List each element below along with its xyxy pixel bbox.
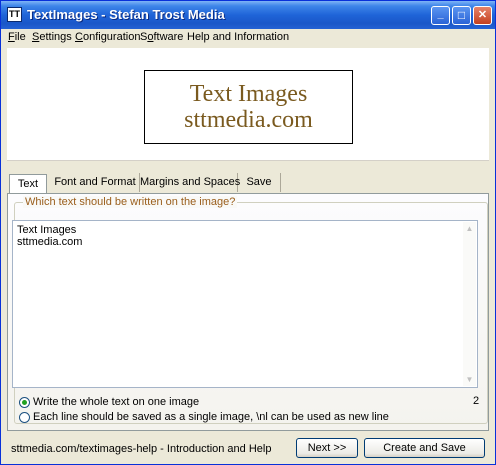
create-and-save-button[interactable]: Create and Save <box>364 438 485 458</box>
preview-line-1: Text Images <box>189 81 308 107</box>
title-bar[interactable]: TT TextImages - Stefan Trost Media _ □ ✕ <box>1 1 495 29</box>
tab-margins-and-spaces[interactable]: Margins and Spaces <box>140 173 240 192</box>
maximize-icon: □ <box>457 8 466 22</box>
tab-save[interactable]: Save <box>238 173 281 192</box>
option-line-images-label[interactable]: Each line should be saved as a single im… <box>33 411 389 423</box>
group-label: Which text should be written on the imag… <box>23 196 238 208</box>
option-one-image-label[interactable]: Write the whole text on one image <box>33 396 199 408</box>
app-icon[interactable]: TT <box>7 7 22 22</box>
close-icon: ✕ <box>477 9 488 21</box>
preview-image: Text Images sttmedia.com <box>144 70 353 144</box>
scroll-up-icon[interactable]: ▲ <box>463 222 476 235</box>
text-input[interactable]: Text Images sttmedia.com ▲ ▼ <box>12 220 478 388</box>
vertical-scrollbar[interactable]: ▲ ▼ <box>463 222 476 386</box>
text-line-2: sttmedia.com <box>17 236 83 248</box>
help-link[interactable]: sttmedia.com/textimages-help - Introduct… <box>11 443 271 455</box>
tab-font-and-format[interactable]: Font and Format <box>51 173 140 192</box>
next-button[interactable]: Next >> <box>296 438 358 458</box>
app-window: TT TextImages - Stefan Trost Media _ □ ✕… <box>0 0 496 465</box>
scroll-down-icon[interactable]: ▼ <box>463 373 476 386</box>
menu-software[interactable]: Software <box>140 29 183 46</box>
image-preview: Text Images sttmedia.com <box>7 48 489 161</box>
minimize-icon: _ <box>437 8 444 20</box>
menu-file[interactable]: File <box>8 29 26 46</box>
preview-line-2: sttmedia.com <box>184 107 313 133</box>
line-count: 2 <box>473 395 480 407</box>
radio-line-images[interactable] <box>19 412 30 423</box>
menu-bar: File Settings Configuration Software Hel… <box>1 29 495 46</box>
menu-settings[interactable]: Settings <box>32 29 72 46</box>
window-title: TextImages - Stefan Trost Media <box>27 7 225 22</box>
minimize-button[interactable]: _ <box>431 6 450 25</box>
menu-help[interactable]: Help and Information <box>187 29 289 46</box>
radio-one-image[interactable] <box>19 397 30 408</box>
maximize-button[interactable]: □ <box>452 6 471 25</box>
tab-bar: Text Font and Format Margins and Spaces … <box>7 173 489 194</box>
text-line-1: Text Images <box>17 224 77 236</box>
close-button[interactable]: ✕ <box>473 6 492 25</box>
menu-configuration[interactable]: Configuration <box>75 29 140 46</box>
tab-text[interactable]: Text <box>9 174 47 194</box>
